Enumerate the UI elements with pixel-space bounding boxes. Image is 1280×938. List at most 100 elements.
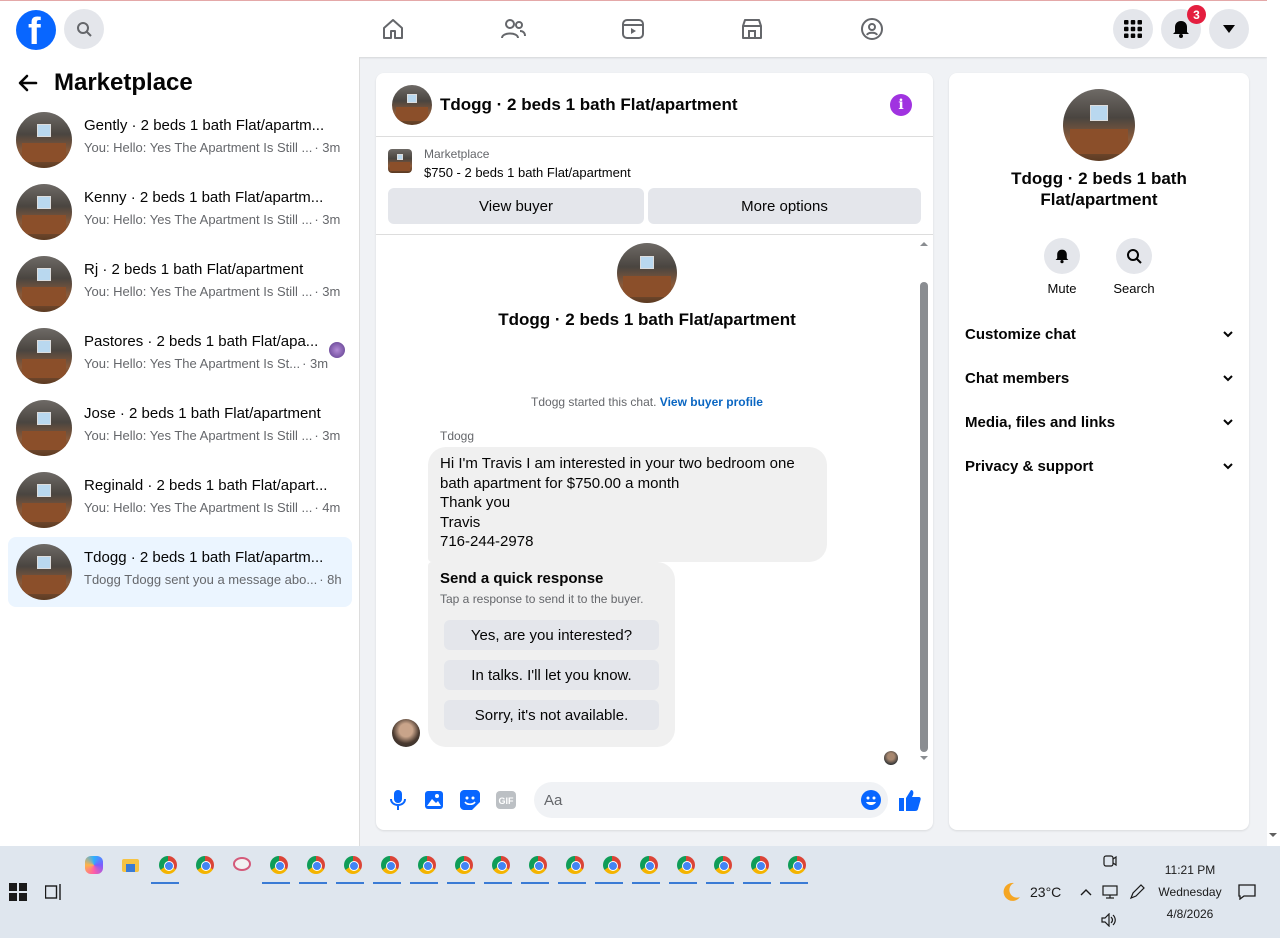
view-buyer-profile-link[interactable]: View buyer profile — [660, 395, 763, 409]
search-button[interactable] — [64, 9, 104, 49]
chat-window: Tdogg · 2 beds 1 bath Flat/apartment i M… — [376, 73, 933, 830]
contact-avatar[interactable] — [1063, 89, 1135, 161]
scroll-up-arrow-icon[interactable] — [918, 239, 930, 247]
copilot-icon[interactable] — [83, 854, 105, 876]
attach-photo-button[interactable] — [423, 789, 445, 811]
conversation-item[interactable]: Jose · 2 beds 1 bath Flat/apartment You:… — [8, 393, 352, 463]
chrome-icon[interactable] — [780, 854, 808, 884]
conversation-item[interactable]: Gently · 2 beds 1 bath Flat/apartm... Yo… — [8, 105, 352, 175]
conversation-avatar — [16, 544, 72, 600]
volume-icon[interactable] — [1101, 913, 1117, 927]
like-button[interactable] — [899, 789, 921, 811]
account-button[interactable] — [1209, 9, 1249, 49]
clock-time[interactable]: 11:21 PM — [1150, 863, 1230, 877]
chrome-icon[interactable] — [410, 854, 438, 884]
conversation-item[interactable]: Kenny · 2 beds 1 bath Flat/apartm... You… — [8, 177, 352, 247]
chrome-icon[interactable] — [262, 854, 290, 884]
sticker-button[interactable] — [459, 789, 481, 811]
nav-marketplace[interactable] — [738, 15, 766, 43]
weather-moon-icon[interactable] — [1000, 881, 1022, 903]
emoji-button[interactable] — [860, 789, 882, 811]
chrome-icon[interactable] — [743, 854, 771, 884]
conversation-item[interactable]: Pastores · 2 beds 1 bath Flat/apa... You… — [8, 321, 352, 391]
message-composer: GIF — [376, 773, 933, 830]
chat-header-avatar[interactable] — [392, 85, 432, 125]
privacy-support-row[interactable]: Privacy & support — [965, 452, 1233, 480]
clock-day[interactable]: Wednesday — [1150, 885, 1230, 899]
bell-icon — [1055, 249, 1069, 264]
sticker-icon — [460, 790, 480, 810]
listing-price-title[interactable]: $750 - 2 beds 1 bath Flat/apartment — [424, 165, 631, 180]
quick-response-option[interactable]: In talks. I'll let you know. — [444, 660, 659, 690]
groups-icon — [861, 18, 883, 40]
windows-start-icon[interactable] — [9, 883, 27, 901]
conversation-name: Jose · 2 beds 1 bath Flat/apartment — [84, 405, 321, 422]
notification-center-icon[interactable] — [1238, 884, 1256, 900]
chrome-icon-active[interactable] — [706, 854, 734, 884]
bell-icon — [1173, 21, 1189, 38]
chevron-down-icon — [1223, 462, 1233, 469]
task-view-icon[interactable] — [45, 884, 63, 900]
search-in-chat-button[interactable]: Search — [1104, 238, 1164, 296]
chrome-icon[interactable] — [194, 854, 216, 876]
chrome-icon[interactable] — [521, 854, 549, 884]
nav-video[interactable] — [619, 15, 647, 43]
chat-info-panel: Tdogg · 2 beds 1 bath Flat/apartment Mut… — [949, 73, 1249, 830]
gif-icon: GIF — [496, 791, 516, 809]
conversation-name: Reginald · 2 beds 1 bath Flat/apart... — [84, 477, 328, 494]
gif-button[interactable]: GIF — [495, 789, 517, 811]
mute-label: Mute — [1047, 281, 1077, 296]
show-hidden-icons-chevron-icon[interactable] — [1080, 888, 1092, 896]
quick-response-option[interactable]: Sorry, it's not available. — [444, 700, 659, 730]
customize-chat-row[interactable]: Customize chat — [965, 320, 1233, 348]
sender-avatar[interactable] — [392, 719, 420, 747]
network-icon[interactable] — [1102, 885, 1118, 899]
paint-icon[interactable] — [231, 854, 253, 876]
chrome-icon[interactable] — [151, 854, 179, 884]
media-files-links-row[interactable]: Media, files and links — [965, 408, 1233, 436]
facebook-logo[interactable]: f — [16, 10, 56, 52]
chrome-icon[interactable] — [484, 854, 512, 884]
chat-members-row[interactable]: Chat members — [965, 364, 1233, 392]
menu-button[interactable] — [1113, 9, 1153, 49]
meet-now-icon[interactable] — [1103, 854, 1117, 868]
conversation-name: Tdogg · 2 beds 1 bath Flat/apartm... — [84, 549, 324, 566]
scroll-down-arrow-icon[interactable] — [918, 755, 930, 763]
chrome-icon[interactable] — [336, 854, 364, 884]
more-options-button[interactable]: More options — [648, 188, 921, 224]
view-buyer-button[interactable]: View buyer — [388, 188, 644, 224]
mute-button[interactable]: Mute — [1032, 238, 1092, 296]
nav-home[interactable] — [379, 15, 407, 43]
message-input[interactable] — [534, 782, 888, 818]
nav-friends[interactable] — [499, 15, 527, 43]
conversation-item[interactable]: Reginald · 2 beds 1 bath Flat/apart... Y… — [8, 465, 352, 535]
chrome-icon[interactable] — [373, 854, 401, 884]
chrome-icon[interactable] — [669, 854, 697, 884]
nav-groups[interactable] — [858, 15, 886, 43]
conversation-preview: You: Hello: Yes The Apartment Is Still .… — [84, 500, 341, 515]
conversation-item[interactable]: Rj · 2 beds 1 bath Flat/apartment You: H… — [8, 249, 352, 319]
chat-scroll-thumb[interactable] — [920, 282, 928, 752]
conversation-sidebar: Marketplace Gently · 2 beds 1 bath Flat/… — [0, 57, 360, 846]
info-icon[interactable]: i — [890, 94, 912, 116]
chrome-icon[interactable] — [447, 854, 475, 884]
listing-thumbnail[interactable] — [388, 149, 412, 173]
back-arrow-icon[interactable] — [16, 71, 40, 95]
quick-response-option[interactable]: Yes, are you interested? — [444, 620, 659, 650]
chrome-icon[interactable] — [632, 854, 660, 884]
pen-icon[interactable] — [1129, 884, 1145, 900]
conversation-preview: You: Hello: Yes The Apartment Is St... · … — [84, 356, 329, 371]
chrome-icon[interactable] — [595, 854, 623, 884]
chrome-icon[interactable] — [558, 854, 586, 884]
thread-avatar[interactable] — [617, 243, 677, 303]
scroll-down-arrow-icon[interactable] — [1267, 832, 1279, 840]
voice-clip-button[interactable] — [387, 789, 409, 811]
chevron-down-icon — [1223, 330, 1233, 337]
page-scrollbar[interactable] — [1267, 0, 1280, 846]
weather-temperature[interactable]: 23°C — [1030, 884, 1061, 900]
chrome-icon[interactable] — [299, 854, 327, 884]
chat-title[interactable]: Tdogg · 2 beds 1 bath Flat/apartment — [440, 95, 738, 115]
clock-date[interactable]: 4/8/2026 — [1150, 907, 1230, 921]
conversation-item-active[interactable]: Tdogg · 2 beds 1 bath Flat/apartm... Tdo… — [8, 537, 352, 607]
file-explorer-icon[interactable] — [120, 854, 142, 876]
